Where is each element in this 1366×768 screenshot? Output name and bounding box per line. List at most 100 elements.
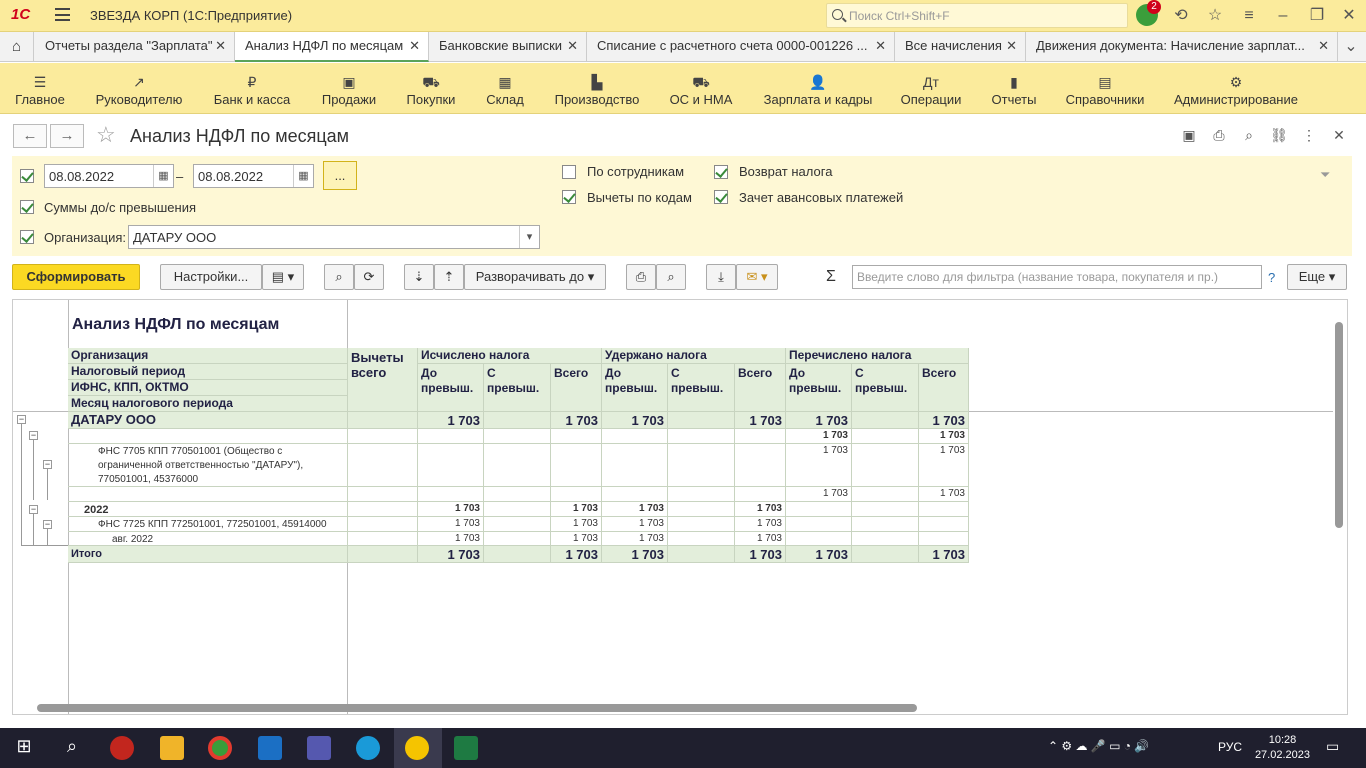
report-filter-input[interactable]: Введите слово для фильтра (название това… xyxy=(852,265,1262,289)
period-select-button[interactable]: ... xyxy=(323,161,357,190)
tray-icons[interactable]: ⌃ ⚙ ☁ 🎤 ▭ ◔ 🔊 xyxy=(1048,739,1149,753)
windows-start-icon[interactable]: ⊞ xyxy=(12,736,36,760)
print-preview-icon[interactable]: ⌕ xyxy=(656,264,686,290)
organization-select[interactable]: ДАТАРУ ООО ▾ xyxy=(128,225,540,249)
section-main[interactable]: ☰ Главное xyxy=(14,63,66,114)
clock[interactable]: 10:28 27.02.2023 xyxy=(1255,733,1310,763)
global-search-input[interactable]: Поиск Ctrl+Shift+F xyxy=(826,3,1128,28)
more-actions-icon[interactable]: ⋮ xyxy=(1298,124,1320,146)
section-operations[interactable]: Дт Операции xyxy=(900,63,962,114)
main-menu-icon[interactable] xyxy=(55,8,70,21)
expand-to-button[interactable]: Разворачивать до ▾ xyxy=(464,264,606,290)
collapse-icon[interactable]: − xyxy=(17,415,26,424)
close-tab-icon[interactable]: ✕ xyxy=(215,38,226,54)
restore-icon[interactable]: ❐ xyxy=(1306,5,1328,27)
find-next-icon[interactable]: ⟳ xyxy=(354,264,384,290)
collapse-icon[interactable]: − xyxy=(29,505,38,514)
favorites-icon[interactable]: ☆ xyxy=(1204,5,1226,27)
sort-asc-icon[interactable]: ⇡ xyxy=(434,264,464,290)
date-to-field[interactable]: 08.08.2022 ▦ xyxy=(193,164,314,188)
tab-all-accruals[interactable]: Все начисления ✕ xyxy=(895,32,1026,62)
collapse-icon[interactable]: − xyxy=(43,460,52,469)
date-from-field[interactable]: 08.08.2022 ▦ xyxy=(44,164,174,188)
section-purchases[interactable]: ⛟ Покупки xyxy=(405,63,457,114)
home-icon[interactable]: ⌂ xyxy=(0,32,34,62)
forward-button[interactable]: → xyxy=(50,124,84,148)
close-tab-icon[interactable]: ✕ xyxy=(1006,38,1017,54)
section-director[interactable]: ↗ Руководителю xyxy=(93,63,185,114)
person-icon: 👤 xyxy=(809,74,827,90)
tab-write-off[interactable]: Списание с расчетного счета 0000-001226 … xyxy=(587,32,895,62)
section-admin[interactable]: ⚙ Администрирование xyxy=(1173,63,1299,114)
notifications-icon[interactable]: 2 xyxy=(1136,0,1161,26)
sum-icon[interactable]: Σ xyxy=(826,268,836,286)
section-hr[interactable]: 👤 Зарплата и кадры xyxy=(762,63,874,114)
section-production[interactable]: ▙ Производство xyxy=(553,63,641,114)
section-bank[interactable]: ₽ Банк и касса xyxy=(211,63,293,114)
tax-return-checkbox[interactable] xyxy=(714,165,728,179)
period-checkbox[interactable] xyxy=(20,169,34,183)
tab-bank-statements[interactable]: Банковские выписки ✕ xyxy=(429,32,587,62)
section-warehouse[interactable]: ▦ Склад xyxy=(484,63,526,114)
more-button[interactable]: Еще ▾ xyxy=(1287,264,1347,290)
by-employees-checkbox[interactable] xyxy=(562,165,576,179)
excel-icon[interactable] xyxy=(454,736,478,760)
tab-ndfl-analysis[interactable]: Анализ НДФЛ по месяцам ✕ xyxy=(235,32,429,62)
language-indicator[interactable]: РУС xyxy=(1218,740,1242,754)
close-tab-icon[interactable]: ✕ xyxy=(409,38,420,54)
back-button[interactable]: ← xyxy=(13,124,47,148)
tabs-list-icon[interactable]: ⌄ xyxy=(1340,36,1362,58)
download-icon[interactable]: ⤓ xyxy=(706,264,736,290)
print-icon[interactable]: ⎙ xyxy=(626,264,656,290)
section-assets[interactable]: ⛟ ОС и НМА xyxy=(667,63,735,114)
sums-checkbox[interactable] xyxy=(20,200,34,214)
file-explorer-icon[interactable] xyxy=(160,736,184,760)
settings-button[interactable]: Настройки... xyxy=(160,264,262,290)
close-window-icon[interactable]: ✕ xyxy=(1338,5,1360,27)
close-tab-icon[interactable]: ✕ xyxy=(875,38,886,54)
table-cell xyxy=(484,487,551,502)
history-icon[interactable]: ⟲ xyxy=(1170,5,1192,27)
notification-center-icon[interactable]: ▭ xyxy=(1326,738,1339,755)
tab-document-movements[interactable]: Движения документа: Начисление зарплат..… xyxy=(1026,32,1338,62)
table-row-label: ФНС 7705 КПП 770501001 (Общество с огран… xyxy=(68,444,348,487)
horizontal-scrollbar[interactable] xyxy=(37,704,917,712)
email-icon[interactable]: ✉ ▾ xyxy=(736,264,778,290)
table-row-label: ФНС 7725 КПП 772501001, 772501001, 45914… xyxy=(68,517,348,532)
search-icon[interactable]: ⌕ xyxy=(60,736,84,760)
chrome-icon[interactable] xyxy=(208,736,232,760)
help-icon[interactable]: ? xyxy=(1268,270,1275,285)
collapse-icon[interactable]: − xyxy=(29,431,38,440)
report-spreadsheet[interactable]: Анализ НДФЛ по месяцам Организация Налог… xyxy=(12,299,1348,715)
vertical-scrollbar[interactable] xyxy=(1335,322,1343,528)
deductions-codes-checkbox[interactable] xyxy=(562,190,576,204)
advance-offset-checkbox[interactable] xyxy=(714,190,728,204)
collapse-icon[interactable]: − xyxy=(43,520,52,529)
table-cell xyxy=(668,532,735,546)
organization-checkbox[interactable] xyxy=(20,230,34,244)
section-catalogs[interactable]: ▤ Справочники xyxy=(1064,63,1146,114)
generate-button[interactable]: Сформировать xyxy=(12,264,140,290)
variants-icon[interactable]: ▤ ▾ xyxy=(262,264,304,290)
section-reports[interactable]: ▮ Отчеты xyxy=(990,63,1038,114)
outlook-icon[interactable] xyxy=(258,736,282,760)
teams-icon[interactable] xyxy=(307,736,331,760)
close-tab-icon[interactable]: ✕ xyxy=(1318,38,1329,54)
settings-menu-icon[interactable]: ≡ xyxy=(1238,5,1260,27)
sort-desc-icon[interactable]: ⇣ xyxy=(404,264,434,290)
save-icon[interactable]: ▣ xyxy=(1178,124,1200,146)
favorite-star-icon[interactable]: ☆ xyxy=(96,122,116,148)
close-tab-icon[interactable]: ✕ xyxy=(567,38,578,54)
print-icon[interactable]: ⎙ xyxy=(1208,124,1230,146)
edge-icon[interactable] xyxy=(356,736,380,760)
tab-salary-reports[interactable]: Отчеты раздела "Зарплата" ✕ xyxy=(35,32,235,62)
find-icon[interactable]: ⌕ xyxy=(324,264,354,290)
section-sales[interactable]: ▣ Продажи xyxy=(320,63,378,114)
filter-icon[interactable]: ⏷ xyxy=(1320,167,1330,183)
link-icon[interactable]: ⛓ xyxy=(1268,124,1290,146)
close-form-icon[interactable]: ✕ xyxy=(1328,124,1350,146)
1c-icon[interactable] xyxy=(405,736,429,760)
minimize-icon[interactable]: – xyxy=(1272,5,1294,27)
yandex-browser-icon[interactable] xyxy=(110,736,134,760)
preview-icon[interactable]: ⌕ xyxy=(1238,124,1260,146)
